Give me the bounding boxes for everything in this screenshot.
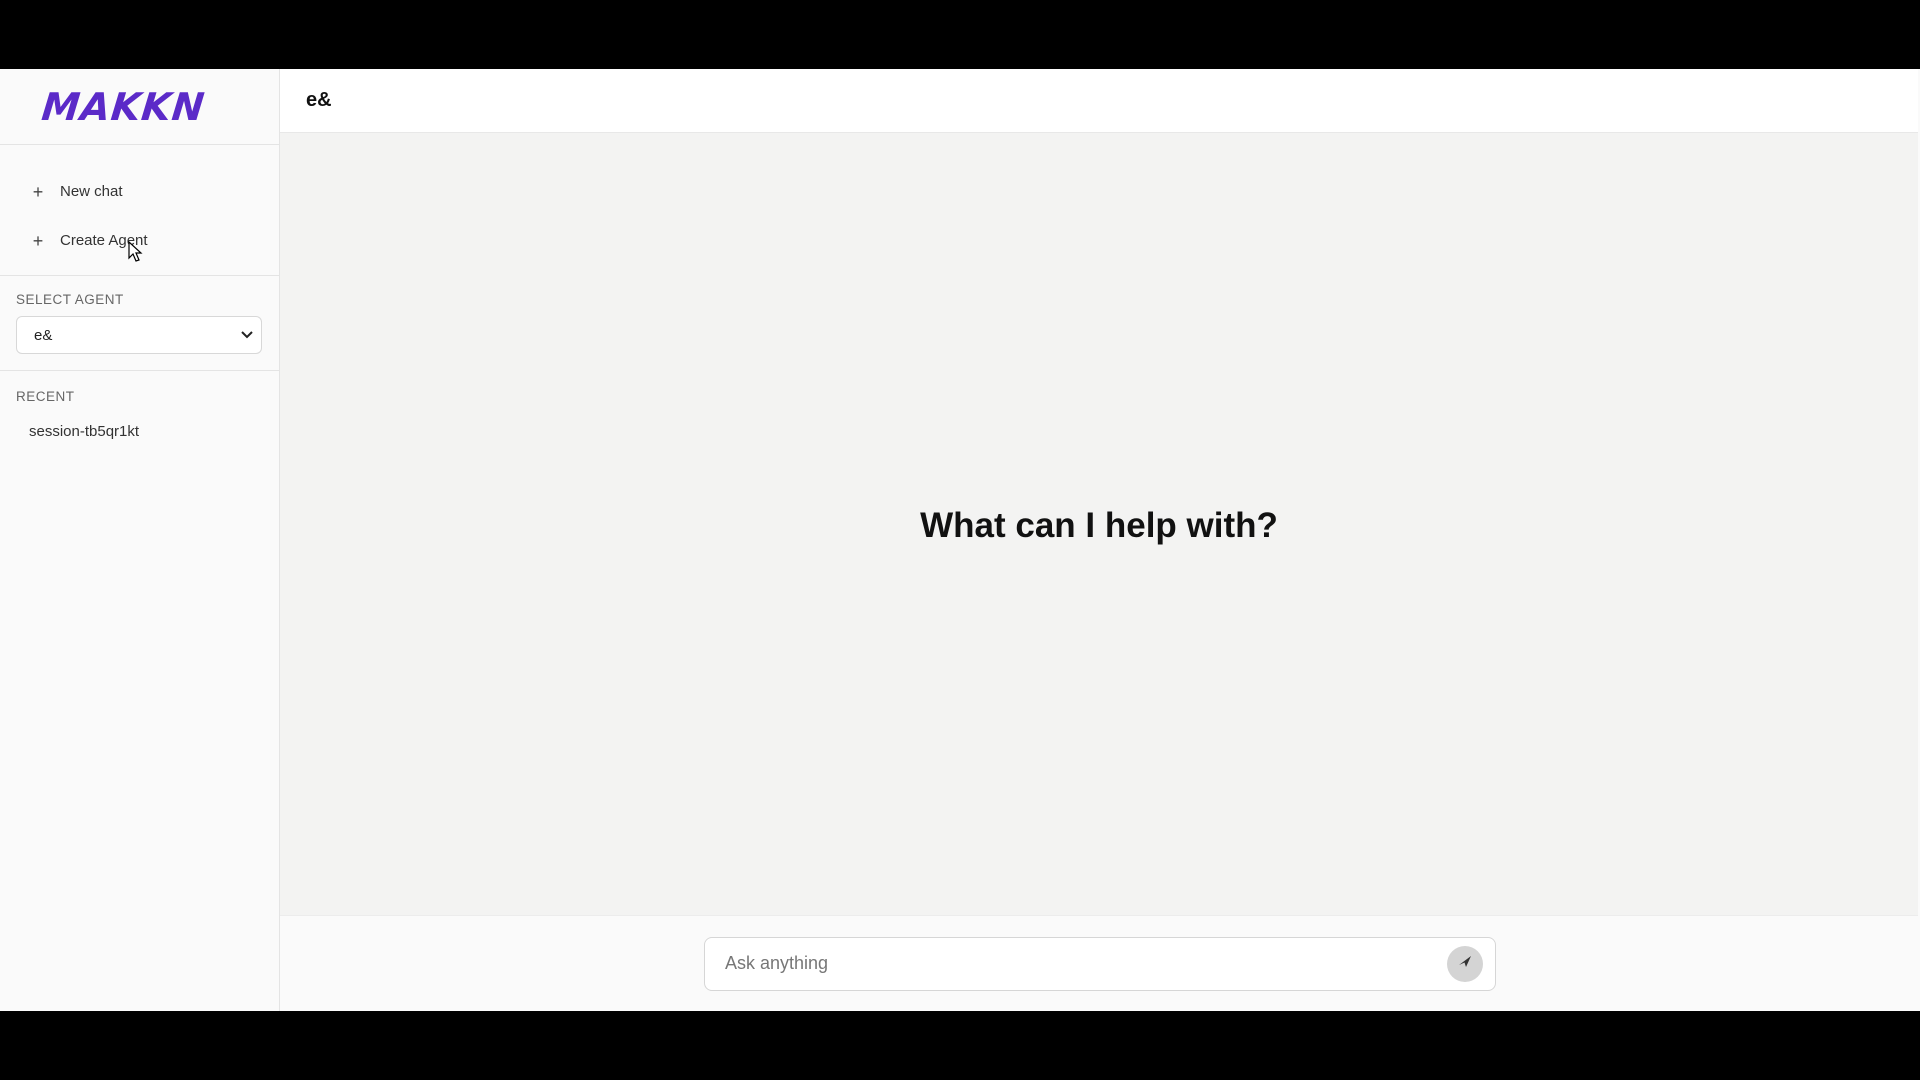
mouse-cursor-icon — [128, 241, 143, 262]
main-panel: e& What can I help with? — [280, 69, 1920, 1011]
new-chat-label: New chat — [60, 183, 123, 200]
logo-area: MAKKN — [0, 69, 279, 145]
welcome-headline: What can I help with? — [920, 506, 1278, 545]
agent-title: e& — [306, 89, 332, 111]
send-button[interactable] — [1447, 945, 1483, 982]
recent-section: RECENT session-tb5qr1kt — [0, 371, 279, 468]
agent-select-value: e& — [34, 326, 53, 344]
app-window: MAKKN + New chat + Create Agent SELECT A… — [0, 69, 1920, 1011]
message-input-box — [704, 936, 1496, 991]
recent-label: RECENT — [16, 389, 75, 404]
plus-icon: + — [32, 230, 44, 251]
message-input[interactable] — [723, 952, 1447, 975]
select-agent-label: SELECT AGENT — [16, 292, 124, 307]
chat-area: What can I help with? — [280, 133, 1918, 915]
chevron-down-icon — [241, 328, 253, 342]
sidebar: MAKKN + New chat + Create Agent SELECT A… — [0, 69, 280, 1011]
recent-session-item[interactable]: session-tb5qr1kt — [16, 413, 263, 450]
send-icon — [1456, 952, 1474, 975]
new-chat-button[interactable]: + New chat — [0, 167, 279, 216]
topbar: e& — [280, 69, 1918, 133]
plus-icon: + — [32, 181, 44, 202]
agent-select[interactable]: e& — [16, 316, 262, 354]
composer — [280, 915, 1918, 1011]
select-agent-section: SELECT AGENT e& — [0, 276, 279, 371]
brand-logo[interactable]: MAKKN — [40, 85, 208, 129]
